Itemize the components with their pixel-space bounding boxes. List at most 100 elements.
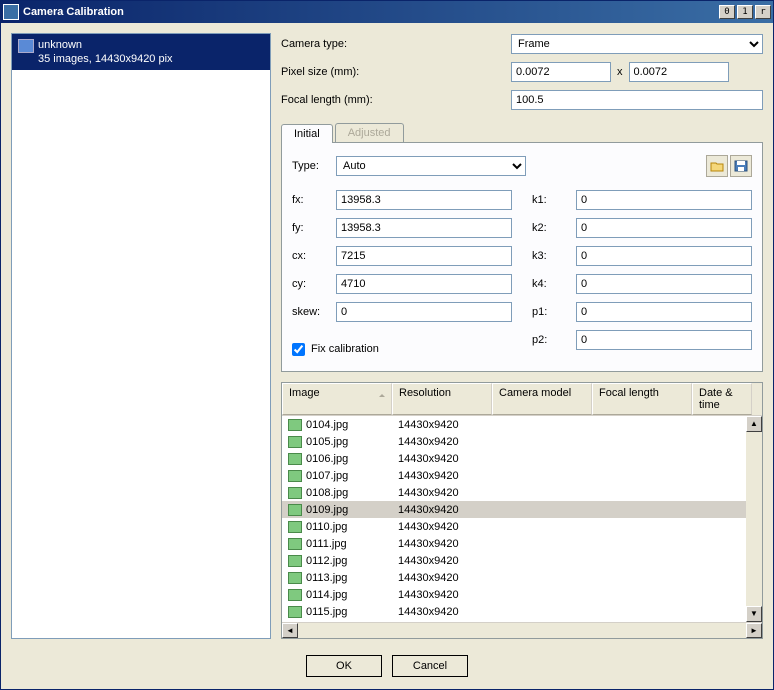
k4-label: k4: (532, 278, 576, 290)
k4-input[interactable] (576, 274, 752, 294)
image-name: 0114.jpg (306, 589, 347, 601)
fy-label: fy: (292, 222, 336, 234)
ok-button[interactable]: OK (306, 655, 382, 677)
fy-input[interactable] (336, 218, 512, 238)
table-row[interactable]: 0114.jpg 14430x9420 (282, 586, 762, 603)
col-image-header[interactable]: Image (282, 383, 392, 415)
p2-input[interactable] (576, 330, 752, 350)
image-name: 0112.jpg (306, 555, 347, 567)
table-row[interactable]: 0115.jpg 14430x9420 (282, 603, 762, 620)
resolution-cell: 14430x9420 (392, 521, 492, 533)
image-icon (288, 470, 302, 482)
p1-input[interactable] (576, 302, 752, 322)
image-icon (288, 589, 302, 601)
resolution-cell: 14430x9420 (392, 589, 492, 601)
image-icon (288, 572, 302, 584)
type-label: Type: (292, 160, 336, 172)
resolution-cell: 14430x9420 (392, 487, 492, 499)
k1-input[interactable] (576, 190, 752, 210)
image-name: 0111.jpg (306, 538, 347, 550)
table-row[interactable]: 0113.jpg 14430x9420 (282, 569, 762, 586)
table-row[interactable]: 0108.jpg14430x9420 (282, 484, 762, 501)
image-name: 0107.jpg (306, 470, 348, 482)
camera-info: 35 images, 14430x9420 pix (38, 52, 173, 66)
k3-label: k3: (532, 250, 576, 262)
table-row[interactable]: 0107.jpg 14430x9420 (282, 467, 762, 484)
image-table[interactable]: Image Resolution Camera model Focal leng… (281, 382, 763, 639)
window-title: Camera Calibration (23, 6, 717, 18)
camera-icon (18, 39, 34, 53)
col-focal-length-header[interactable]: Focal length (592, 383, 692, 415)
table-row[interactable]: 0111.jpg 14430x9420 (282, 535, 762, 552)
pixel-size-label: Pixel size (mm): (281, 66, 511, 78)
maximize-button[interactable]: 1 (737, 5, 753, 19)
resolution-cell: 14430x9420 (392, 606, 492, 618)
close-button[interactable]: r (755, 5, 771, 19)
col-resolution-header[interactable]: Resolution (392, 383, 492, 415)
p2-label: p2: (532, 334, 576, 346)
resolution-cell: 14430x9420 (392, 419, 492, 431)
image-icon (288, 453, 302, 465)
skew-label: skew: (292, 306, 336, 318)
table-row[interactable]: 0112.jpg 14430x9420 (282, 552, 762, 569)
fix-calibration-label: Fix calibration (311, 343, 379, 355)
table-row[interactable]: 0106.jpg 14430x9420 (282, 450, 762, 467)
resolution-cell: 14430x9420 (392, 555, 492, 567)
image-name: 0115.jpg (306, 606, 347, 618)
open-icon[interactable] (706, 155, 728, 177)
camera-name: unknown (38, 38, 173, 52)
image-icon (288, 419, 302, 431)
focal-length-input[interactable] (511, 90, 763, 110)
image-name: 0109.jpg (306, 504, 348, 516)
camera-type-label: Camera type: (281, 38, 511, 50)
image-name: 0106.jpg (306, 453, 348, 465)
table-row[interactable]: 0105.jpg 14430x9420 (282, 433, 762, 450)
cy-input[interactable] (336, 274, 512, 294)
resolution-cell: 14430x9420 (392, 572, 492, 584)
resolution-cell: 14430x9420 (392, 538, 492, 550)
tab-initial[interactable]: Initial (281, 124, 333, 143)
table-row[interactable]: 0109.jpg14430x9420 (282, 501, 762, 518)
k3-input[interactable] (576, 246, 752, 266)
camera-list[interactable]: unknown 35 images, 14430x9420 pix (11, 33, 271, 639)
k2-input[interactable] (576, 218, 752, 238)
fx-label: fx: (292, 194, 336, 206)
resolution-cell: 14430x9420 (392, 436, 492, 448)
app-icon (3, 4, 19, 20)
image-icon (288, 555, 302, 567)
titlebar[interactable]: Camera Calibration 0 1 r (1, 1, 773, 23)
table-row[interactable]: 0104.jpg14430x9420 (282, 416, 762, 433)
fix-calibration-checkbox[interactable] (292, 343, 305, 356)
resolution-cell: 14430x9420 (392, 470, 492, 482)
focal-length-label: Focal length (mm): (281, 94, 511, 106)
col-date-time-header[interactable]: Date & time (692, 383, 752, 415)
camera-list-item[interactable]: unknown 35 images, 14430x9420 pix (12, 34, 270, 70)
cx-input[interactable] (336, 246, 512, 266)
pixel-width-input[interactable] (511, 62, 611, 82)
skew-input[interactable] (336, 302, 512, 322)
save-icon[interactable] (730, 155, 752, 177)
horizontal-scrollbar[interactable]: ◄► (282, 622, 762, 638)
col-camera-model-header[interactable]: Camera model (492, 383, 592, 415)
image-icon (288, 606, 302, 618)
image-name: 0105.jpg (306, 436, 348, 448)
k1-label: k1: (532, 194, 576, 206)
camera-type-select[interactable]: Frame (511, 34, 763, 54)
cancel-button[interactable]: Cancel (392, 655, 468, 677)
resolution-cell: 14430x9420 (392, 453, 492, 465)
cx-label: cx: (292, 250, 336, 262)
table-row[interactable]: 0110.jpg14430x9420 (282, 518, 762, 535)
image-name: 0113.jpg (306, 572, 347, 584)
minimize-button[interactable]: 0 (719, 5, 735, 19)
tab-adjusted[interactable]: Adjusted (335, 123, 404, 142)
type-select[interactable]: Auto (336, 156, 526, 176)
p1-label: p1: (532, 306, 576, 318)
cy-label: cy: (292, 278, 336, 290)
pixel-height-input[interactable] (629, 62, 729, 82)
image-icon (288, 538, 302, 550)
fx-input[interactable] (336, 190, 512, 210)
image-icon (288, 436, 302, 448)
image-icon (288, 521, 302, 533)
vertical-scrollbar[interactable]: ▲▼ (746, 416, 762, 622)
image-icon (288, 487, 302, 499)
